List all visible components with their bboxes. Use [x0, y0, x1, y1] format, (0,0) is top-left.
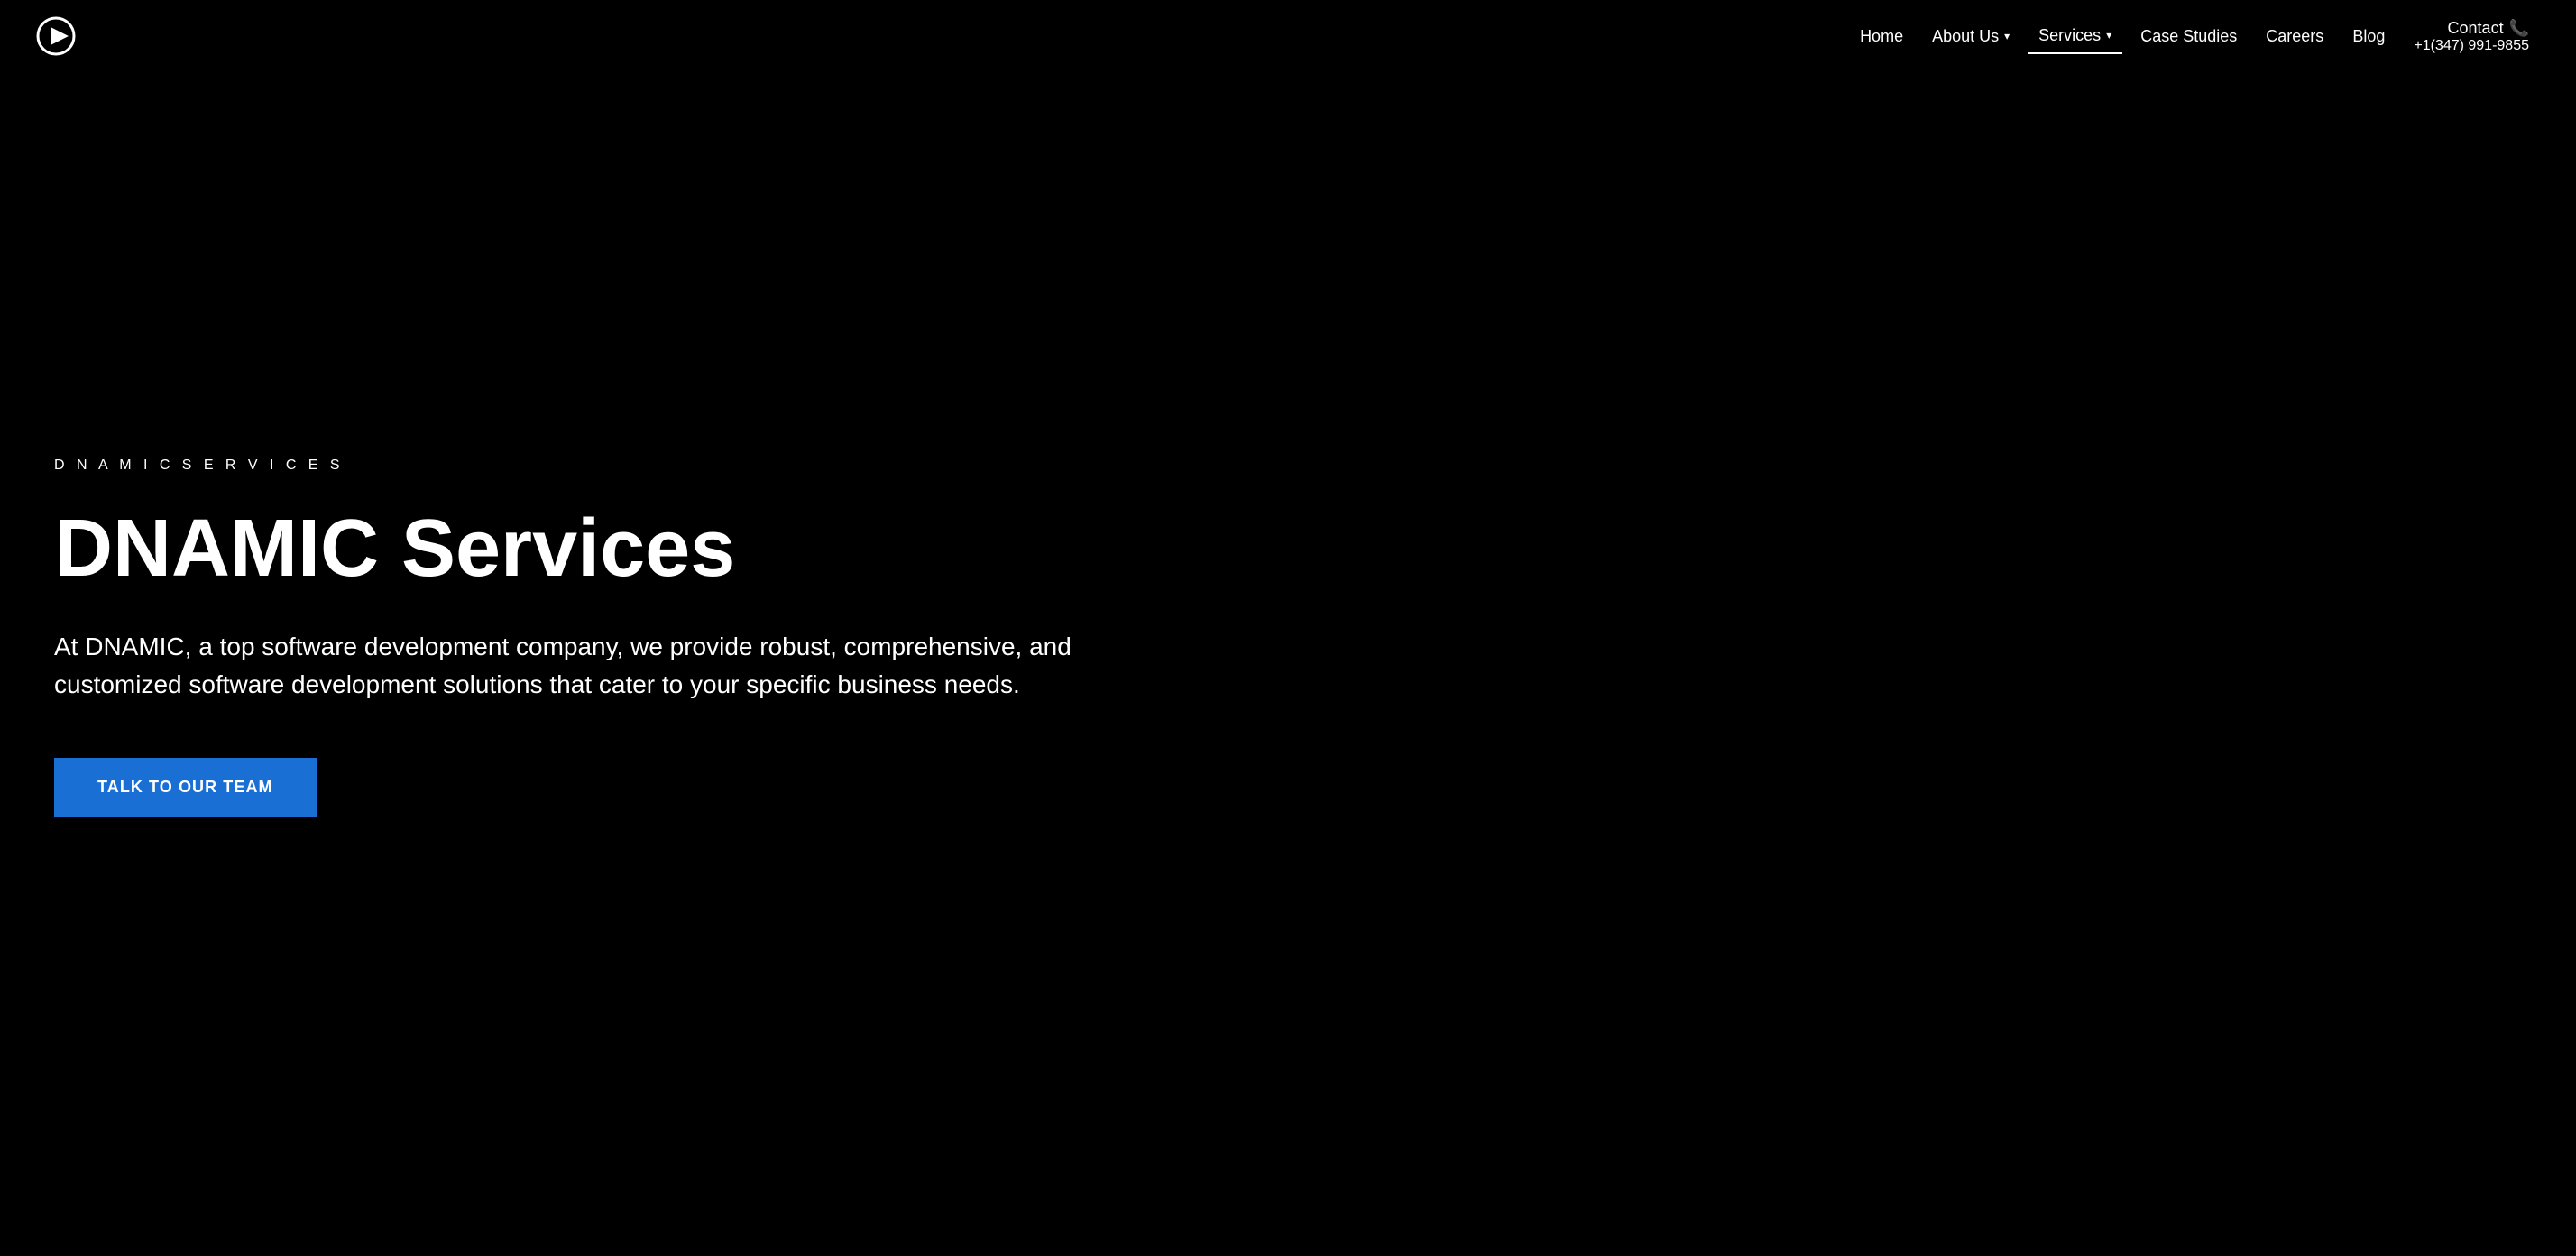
nav-item-case-studies[interactable]: Case Studies — [2130, 20, 2248, 53]
chevron-down-icon: ▾ — [2106, 29, 2111, 42]
logo[interactable] — [36, 16, 76, 56]
nav-item-blog[interactable]: Blog — [2341, 20, 2396, 53]
nav-services-label: Services — [2038, 26, 2101, 45]
nav-item-services[interactable]: Services ▾ — [2028, 19, 2122, 54]
cta-talk-to-team-button[interactable]: TALK TO OUR TEAM — [54, 758, 317, 817]
hero-section: D N A M I C S E R V I C E S DNAMIC Servi… — [0, 0, 2576, 1256]
nav-contact-link[interactable]: Contact 📞 — [2437, 12, 2540, 38]
nav-item-about-us[interactable]: About Us ▾ — [1921, 20, 2020, 53]
nav-item-home[interactable]: Home — [1849, 20, 1914, 53]
phone-number: +1(347) 991-9855 — [2403, 38, 2540, 61]
nav-phone-group: Contact 📞 +1(347) 991-9855 — [2403, 12, 2540, 61]
nav-links: Home About Us ▾ Services ▾ Case Studies … — [1849, 12, 2540, 61]
hero-description: At DNAMIC, a top software development co… — [54, 628, 1136, 704]
hero-title: DNAMIC Services — [54, 506, 776, 592]
contact-label: Contact — [2448, 19, 2504, 38]
chevron-down-icon: ▾ — [2004, 30, 2010, 42]
phone-icon: 📞 — [2509, 19, 2529, 38]
navigation: Home About Us ▾ Services ▾ Case Studies … — [0, 0, 2576, 72]
nav-item-careers[interactable]: Careers — [2255, 20, 2334, 53]
hero-eyebrow: D N A M I C S E R V I C E S — [54, 457, 2522, 474]
nav-about-us-label: About Us — [1932, 27, 1999, 46]
